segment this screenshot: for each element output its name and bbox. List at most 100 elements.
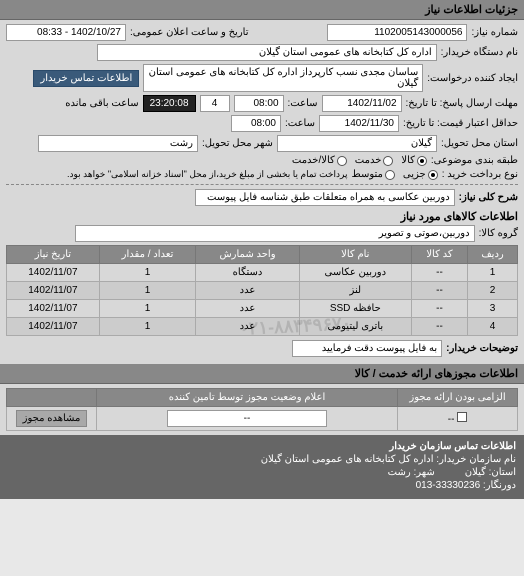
- goods-col-0: ردیف: [468, 246, 518, 264]
- goods-cell: 1402/11/07: [7, 264, 100, 282]
- time-label-2: ساعت:: [285, 118, 315, 129]
- radio-service-label: خدمت: [355, 155, 382, 166]
- goods-col-5: تاریخ نیاز: [7, 246, 100, 264]
- contact-header: اطلاعات تماس سازمان خریدار: [8, 441, 516, 452]
- radio-goods-label: کالا: [401, 155, 415, 166]
- goods-col-3: واحد شمارش: [196, 246, 299, 264]
- goods-cell: باتری لیتیومی۰۲۱-۸۸۳۴۹۶۷۰: [299, 318, 411, 336]
- goods-cell: 1: [99, 300, 196, 318]
- buyer-note-label: توضیحات خریدار:: [446, 343, 518, 354]
- goods-cell: 1402/11/07: [7, 300, 100, 318]
- contact-buyer-button[interactable]: اطلاعات تماس خریدار: [33, 70, 139, 87]
- goods-table: ردیفکد کالانام کالاواحد شمارشتعداد / مقد…: [6, 245, 518, 336]
- categorize-label: طبقه بندی موضوعی:: [431, 155, 518, 166]
- announce-value: 1402/10/27 - 08:33: [6, 24, 126, 41]
- province-value: گیلان: [277, 135, 437, 152]
- remaining-label: ساعت باقی مانده: [65, 98, 138, 109]
- goods-cell: 3: [468, 300, 518, 318]
- goods-cell: --: [411, 264, 467, 282]
- requester-label: ایجاد کننده درخواست:: [427, 73, 518, 84]
- license-col-2: [7, 389, 97, 407]
- license-required-checkbox[interactable]: [457, 412, 467, 422]
- goods-cell: حافظه SSD: [299, 300, 411, 318]
- buyer-label: نام دستگاه خریدار:: [441, 47, 518, 58]
- deadline-price-time: 08:00: [231, 115, 281, 132]
- goods-cell: 1402/11/07: [7, 318, 100, 336]
- goods-cell: عدد: [196, 300, 299, 318]
- announce-label: تاریخ و ساعت اعلان عمومی:: [130, 27, 249, 38]
- radio-mid[interactable]: [385, 170, 395, 180]
- category-radio-group: کالا خدمت کالا/خدمت: [292, 155, 427, 166]
- city-label: شهر محل تحویل:: [202, 138, 273, 149]
- goods-cell: --: [411, 318, 467, 336]
- contact-province-label: استان:: [489, 467, 516, 478]
- contact-org-label: نام سازمان خریدار:: [436, 454, 516, 465]
- province-label: استان محل تحویل:: [441, 138, 518, 149]
- deadline-reply-label: مهلت ارسال پاسخ: تا تاریخ:: [406, 98, 518, 109]
- goods-col-2: نام کالا: [299, 246, 411, 264]
- goods-cell: عدد: [196, 282, 299, 300]
- table-row: 3--حافظه SSDعدد11402/11/07: [7, 300, 518, 318]
- info-panel: شماره نیاز: 1102005143000056 تاریخ و ساع…: [0, 20, 524, 364]
- time-label-1: ساعت:: [288, 98, 318, 109]
- separator: [6, 184, 518, 185]
- goods-cell: لنز: [299, 282, 411, 300]
- license-col-1: اعلام وضعیت مجوز توسط تامین کننده: [97, 389, 398, 407]
- deadline-reply-time: 08:00: [234, 95, 284, 112]
- goods-col-1: کد کالا: [411, 246, 467, 264]
- goods-cell: 1: [99, 264, 196, 282]
- table-row: 4--باتری لیتیومی۰۲۱-۸۸۳۴۹۶۷۰عدد11402/11/…: [7, 318, 518, 336]
- contact-section: اطلاعات تماس سازمان خریدار نام سازمان خر…: [0, 435, 524, 499]
- contact-province: گیلان: [465, 467, 486, 478]
- section-header-license: اطلاعات مجوزهای ارائه خدمت / کالا: [0, 364, 524, 384]
- group-label: گروه کالا:: [479, 228, 518, 239]
- req-no-value: 1102005143000056: [327, 24, 467, 41]
- goods-cell: 1: [99, 318, 196, 336]
- radio-goods[interactable]: [417, 156, 427, 166]
- goods-header: اطلاعات کالاهای مورد نیاز: [6, 210, 518, 223]
- quality-radio-group: جزیی متوسط: [351, 169, 437, 180]
- license-cell-0: --: [448, 414, 455, 425]
- goods-cell: 1: [99, 282, 196, 300]
- goods-cell: 2: [468, 282, 518, 300]
- contact-org: اداره کل کتابخانه های عمومی استان گیلان: [261, 454, 434, 465]
- buyer-value: اداره کل کتابخانه های عمومی استان گیلان: [97, 44, 437, 61]
- radio-service[interactable]: [383, 156, 393, 166]
- goods-cell: 1: [468, 264, 518, 282]
- deadline-price-date: 1402/11/30: [319, 115, 399, 132]
- buyer-note-value: به فایل پیوست دقت فرمایید: [292, 340, 442, 357]
- contact-city-label: شهر:: [413, 467, 434, 478]
- countdown-timer: 23:20:08: [143, 95, 196, 112]
- radio-low[interactable]: [428, 170, 438, 180]
- radio-both-label: کالا/خدمت: [292, 155, 335, 166]
- req-no-label: شماره نیاز:: [471, 27, 518, 38]
- pay-method-label: نوع برداخت خرید :: [442, 169, 518, 180]
- deadline-price-label: حداقل اعتبار قیمت: تا تاریخ:: [403, 118, 518, 129]
- goods-cell: 1402/11/07: [7, 282, 100, 300]
- license-panel: الزامی بودن ارائه مجوز اعلام وضعیت مجوز …: [0, 384, 524, 435]
- goods-cell: دوربین عکاسی: [299, 264, 411, 282]
- section-header-main: جزئیات اطلاعات نیاز: [0, 0, 524, 20]
- pay-method-value: پرداخت تمام یا بخشی از مبلغ خرید،از محل …: [67, 169, 347, 180]
- desc-label: شرح کلی نیاز:: [459, 192, 518, 203]
- goods-cell: دستگاه: [196, 264, 299, 282]
- contact-fax-label: دورنگار:: [483, 480, 516, 491]
- radio-low-label: جزیی: [403, 169, 426, 180]
- city-value: رشت: [38, 135, 198, 152]
- goods-col-4: تعداد / مقدار: [99, 246, 196, 264]
- license-status-select[interactable]: --: [167, 410, 327, 427]
- requester-value: ساسان مجدی نسب کارپرداز اداره کل کتابخان…: [143, 64, 423, 92]
- goods-cell: 4: [468, 318, 518, 336]
- desc-value: دوربین عکاسی به همراه متعلقات طبق شناسه …: [195, 189, 455, 206]
- contact-city: رشت: [388, 467, 411, 478]
- goods-cell: --: [411, 300, 467, 318]
- license-table: الزامی بودن ارائه مجوز اعلام وضعیت مجوز …: [6, 388, 518, 431]
- table-row: 1--دوربین عکاسیدستگاه11402/11/07: [7, 264, 518, 282]
- table-row: 2--لنزعدد11402/11/07: [7, 282, 518, 300]
- group-value: دوربین،صوتی و تصویر: [75, 225, 475, 242]
- radio-mid-label: متوسط: [351, 169, 382, 180]
- license-col-0: الزامی بودن ارائه مجوز: [398, 389, 518, 407]
- radio-both[interactable]: [337, 156, 347, 166]
- contact-fax: 33330236-013: [416, 480, 481, 491]
- view-license-button[interactable]: مشاهده مجوز: [16, 410, 88, 427]
